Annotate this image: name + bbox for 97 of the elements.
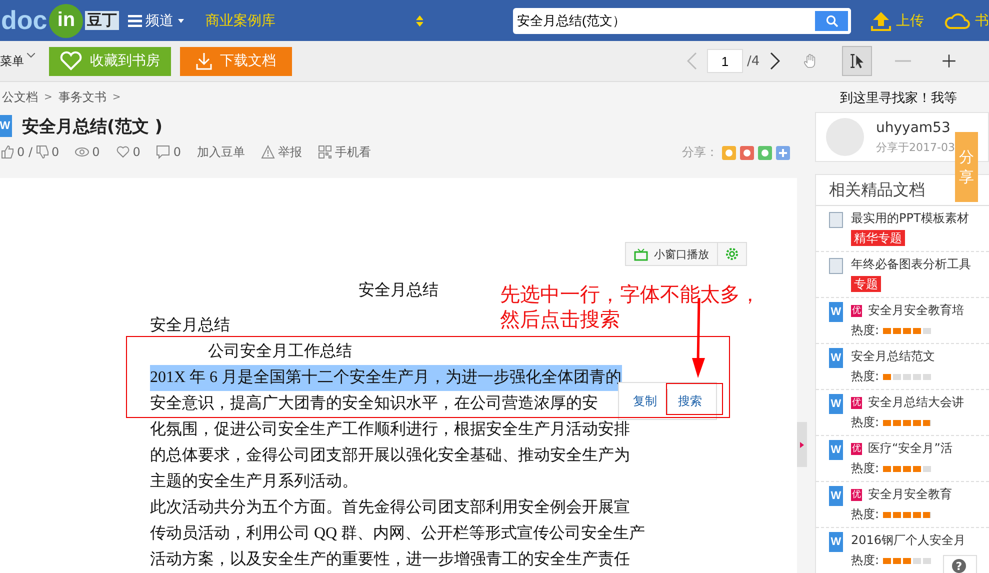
related-doc-link[interactable]: 安全月总结大会讲: [868, 394, 964, 411]
related-doc-link[interactable]: 安全月总结范文: [851, 348, 935, 365]
premium-badge: 优: [851, 442, 862, 454]
annotation-text: 然后点击搜索: [500, 307, 621, 332]
page-total: /4: [747, 54, 760, 68]
word-doc-icon: W: [0, 115, 12, 137]
search-icon: [826, 14, 838, 26]
text-line: 公司安全月工作总结: [207, 342, 352, 362]
thumbs-up-icon[interactable]: [0, 145, 14, 159]
upload-icon: [871, 10, 891, 30]
upload-link[interactable]: 上传: [871, 10, 924, 30]
breadcrumb-link[interactable]: 公文档: [2, 88, 38, 106]
search-field[interactable]: 安全月总结(范文）: [513, 8, 815, 34]
document-list-icon: [829, 212, 843, 228]
document-heading: 安全月总结: [358, 280, 438, 301]
help-icon: ?: [952, 559, 966, 573]
warning-icon[interactable]: [261, 145, 276, 159]
nav-link[interactable]: 频道: [128, 12, 184, 30]
word-doc-icon: W: [829, 394, 843, 414]
word-doc-icon: W: [829, 348, 843, 368]
share-date: 分享于2017-03: [876, 140, 955, 154]
heat-label: 热度:: [851, 414, 880, 431]
text-line: 此次活动共分为五个方面。首先金得公司团支部利用安全例会开展宣: [150, 498, 630, 518]
caret-icon: [178, 18, 184, 22]
stat-label: 手机看: [335, 144, 372, 160]
stat-label: 0: [92, 145, 100, 159]
premium-badge: 优: [851, 488, 862, 500]
heat-label: 热度:: [851, 322, 880, 339]
cloud-icon: [944, 12, 970, 30]
heart-icon[interactable]: [116, 145, 130, 159]
text-cursor-icon: [848, 51, 865, 71]
promo-text: 到这里寻找家！我等: [840, 90, 958, 108]
document-list-icon: [829, 258, 843, 274]
related-doc-link[interactable]: 安全月安全教育: [868, 486, 952, 503]
breadcrumb-separator: >: [44, 92, 52, 102]
tool-button[interactable]: [842, 46, 872, 76]
breadcrumb-separator: >: [112, 92, 121, 102]
text-line: 传动员活动，利用公司 QQ 群、内网、公开栏等形式宣传公司安全生产: [150, 524, 646, 544]
text-line: 活动方案，以及安全生产的重要性，进一步增强青工的安全生产责任: [150, 549, 630, 570]
heat-label: 热度:: [851, 506, 880, 523]
logo-text[interactable]: 豆丁: [85, 11, 120, 30]
stat-label: 0: [173, 145, 182, 159]
page-number-field[interactable]: 1: [707, 49, 743, 73]
stat-label: 0: [132, 145, 140, 159]
related-doc-link[interactable]: 安全月安全教育培: [868, 302, 964, 319]
menu-dropdown[interactable]: 菜单: [0, 52, 35, 70]
next-page-icon[interactable]: [770, 52, 780, 70]
stat-label: 0 /: [17, 145, 32, 159]
add-to-list-link[interactable]: 加入豆单: [197, 144, 246, 160]
word-doc-icon: W: [829, 532, 843, 552]
logo-text[interactable]: doc: [1, 5, 48, 36]
topic-tag: 精华专题: [851, 230, 905, 246]
word-doc-icon: W: [829, 486, 843, 506]
document-title: 安全月总结(范文 ): [22, 116, 162, 138]
plus-icon[interactable]: [776, 146, 790, 160]
eye-icon[interactable]: [75, 145, 90, 159]
minus-icon: [894, 60, 911, 62]
qr-code-icon[interactable]: [318, 145, 332, 159]
premium-badge: 优: [851, 304, 862, 316]
premium-badge: 优: [851, 396, 862, 408]
related-doc-link[interactable]: 2016钢厂个人安全月: [851, 532, 966, 549]
word-doc-icon: W: [829, 302, 843, 322]
search-button[interactable]: [815, 8, 851, 34]
thumbs-down-icon[interactable]: [34, 145, 48, 159]
stat-label: 0: [52, 145, 60, 159]
text-line: 安全意识，提高广大团青的安全知识水平，在公司营造浓厚的安: [150, 394, 598, 414]
help-button[interactable]: ?: [943, 555, 977, 573]
stat-label: 举报: [278, 144, 302, 160]
comment-icon[interactable]: [156, 145, 170, 159]
heat-label: 热度:: [851, 552, 880, 569]
download-icon: [196, 52, 212, 70]
triangle-icon: [800, 442, 804, 448]
previous-page-icon[interactable]: [687, 52, 697, 70]
tv-icon: [634, 248, 648, 260]
chevron-down-icon: [27, 52, 35, 58]
heart-icon: [60, 51, 82, 71]
annotation-text: 先选中一行，字体不能太多，: [500, 282, 760, 307]
menu-icon: [128, 14, 142, 26]
bookshelf-link[interactable]: 书: [944, 12, 989, 30]
word-doc-icon: W: [829, 440, 843, 460]
collapse-handle[interactable]: [797, 422, 807, 467]
text-line: 化氛围，促进公司安全生产工作顺利进行，根据安全生产月活动安排: [150, 420, 630, 440]
breadcrumb-link[interactable]: 事务文书: [58, 88, 106, 106]
nav-link[interactable]: 商业案例库: [206, 12, 276, 30]
user-name[interactable]: uhyyam53: [876, 120, 955, 136]
heat-label: 热度:: [851, 460, 880, 477]
sort-icon[interactable]: [416, 14, 423, 26]
related-doc-link[interactable]: 年终必备图表分析工具: [851, 256, 971, 273]
text-line: 安全月总结: [150, 316, 230, 336]
related-doc-link[interactable]: 最实用的PPT模板素材: [851, 210, 969, 227]
related-doc-link[interactable]: 医疗“安全月”活: [868, 440, 952, 457]
topic-tag: 专题: [851, 276, 881, 292]
settings-icon[interactable]: [724, 246, 740, 262]
text-line: 的总体要求，金得公司团支部开展以强化安全基础、推动安全生产为: [150, 446, 630, 466]
share-label: 分享：: [682, 144, 718, 161]
heat-label: 热度:: [851, 368, 880, 385]
text-line: 主题的安全生产月系列活动。: [150, 472, 358, 492]
